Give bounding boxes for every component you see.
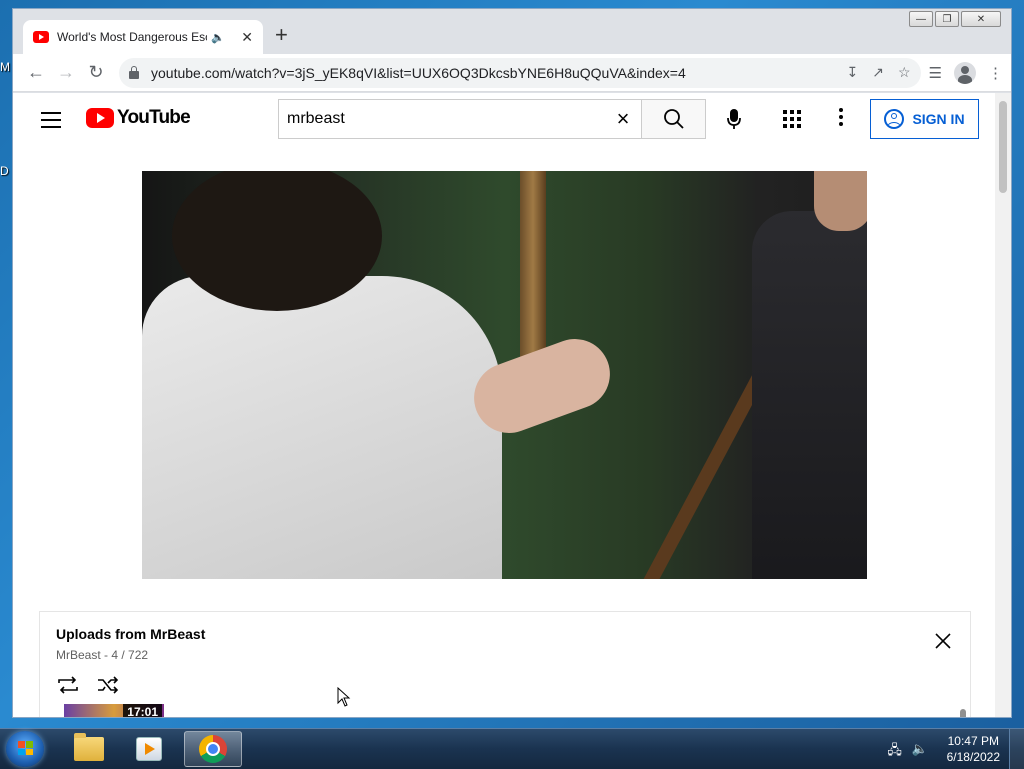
playlist-video-thumbnail[interactable]: 17:01	[64, 704, 164, 717]
tab-close-icon[interactable]: ✕	[241, 29, 253, 46]
minimize-button[interactable]: —	[909, 11, 933, 27]
page-scrollbar-thumb[interactable]	[999, 101, 1007, 193]
desktop-icon-label: D	[0, 164, 9, 178]
new-tab-button[interactable]: +	[275, 23, 288, 47]
forward-icon[interactable]: →	[51, 58, 81, 88]
chrome-icon	[199, 735, 227, 763]
clock-date: 6/18/2022	[946, 750, 1000, 764]
url-text[interactable]: youtube.com/watch?v=3jS_yEK8qVI&list=UUX…	[151, 65, 686, 81]
taskbar-chrome[interactable]	[184, 731, 242, 767]
close-playlist-icon[interactable]	[934, 632, 952, 650]
browser-tab[interactable]: World's Most Dangerous Esc 🔈 ✕	[23, 20, 263, 54]
playlist-panel: Uploads from MrBeast MrBeast - 4 / 722 1…	[39, 611, 971, 717]
media-control-icon[interactable]: ☰	[929, 64, 942, 82]
lock-icon[interactable]	[129, 65, 139, 79]
loop-icon[interactable]	[56, 674, 80, 696]
tab-title: World's Most Dangerous Esc	[57, 30, 207, 44]
youtube-logo[interactable]: YouTube	[86, 107, 191, 129]
mouse-cursor-icon	[337, 687, 351, 707]
playlist-position: 4 / 722	[111, 648, 149, 662]
reload-icon[interactable]: ↻	[81, 58, 111, 88]
star-icon[interactable]: ☆	[898, 64, 911, 81]
playlist-scrollbar[interactable]	[960, 709, 966, 717]
youtube-page: YouTube ×	[13, 93, 997, 717]
playlist-title[interactable]: Uploads from MrBeast	[56, 626, 205, 642]
user-icon	[884, 109, 905, 129]
profile-icon[interactable]	[954, 61, 976, 84]
back-icon[interactable]: ←	[21, 58, 51, 88]
youtube-header: YouTube ×	[13, 93, 997, 149]
search-icon	[663, 109, 684, 129]
sign-in-button[interactable]: SIGN IN	[870, 99, 979, 139]
more-options-icon[interactable]	[839, 108, 843, 126]
sign-in-label: SIGN IN	[912, 111, 965, 127]
start-button[interactable]	[6, 731, 44, 767]
search-box: ×	[278, 99, 642, 139]
browser-toolbar: ← → ↻ youtube.com/watch?v=3jS_yEK8qVI&li…	[13, 54, 1011, 92]
speaker-icon[interactable]: 🔈	[211, 31, 225, 44]
apps-grid-icon[interactable]	[783, 110, 801, 128]
video-player[interactable]	[142, 171, 867, 579]
volume-icon[interactable]: 🔈	[912, 741, 928, 763]
restore-button[interactable]: ❐	[935, 11, 959, 27]
youtube-logo-text: YouTube	[117, 107, 191, 128]
shuffle-icon[interactable]	[96, 674, 120, 696]
taskbar-explorer[interactable]	[60, 731, 118, 767]
clock[interactable]: 10:47 PM 6/18/2022	[947, 733, 1000, 765]
show-desktop-button[interactable]	[1009, 729, 1024, 769]
share-icon[interactable]: ↗	[872, 64, 884, 81]
taskbar-media-player[interactable]	[120, 731, 178, 767]
folder-icon	[74, 733, 104, 761]
video-duration: 17:01	[123, 704, 162, 717]
window-controls: — ❐ ✕	[909, 11, 1001, 27]
playlist-separator: -	[100, 648, 112, 662]
hamburger-menu-icon[interactable]	[41, 112, 61, 128]
address-bar[interactable]: youtube.com/watch?v=3jS_yEK8qVI&list=UUX…	[119, 57, 921, 88]
search-input[interactable]	[279, 100, 605, 138]
clear-search-icon[interactable]: ×	[605, 106, 641, 132]
media-player-icon	[136, 737, 162, 761]
page-scrollbar[interactable]	[995, 93, 1011, 717]
playlist-meta: MrBeast - 4 / 722	[56, 648, 148, 662]
network-icon[interactable]: 🖧	[887, 741, 902, 763]
youtube-favicon-icon	[33, 31, 49, 43]
taskbar: 🖧 🔈 10:47 PM 6/18/2022	[0, 728, 1024, 769]
close-window-button[interactable]: ✕	[961, 11, 1001, 27]
microphone-icon[interactable]	[721, 106, 747, 132]
playlist-channel[interactable]: MrBeast	[56, 648, 101, 662]
system-tray: 🖧 🔈	[887, 741, 928, 763]
desktop-icon-label: M	[0, 60, 10, 74]
windows-logo-icon	[18, 741, 33, 755]
youtube-play-icon	[86, 108, 114, 128]
browser-window: — ❐ ✕ World's Most Dangerous Esc 🔈 ✕ + ←…	[12, 8, 1012, 718]
menu-icon[interactable]: ⋮	[988, 64, 1003, 82]
search-button[interactable]	[642, 99, 706, 139]
clock-time: 10:47 PM	[947, 734, 999, 748]
install-icon[interactable]: ↧	[847, 64, 859, 81]
